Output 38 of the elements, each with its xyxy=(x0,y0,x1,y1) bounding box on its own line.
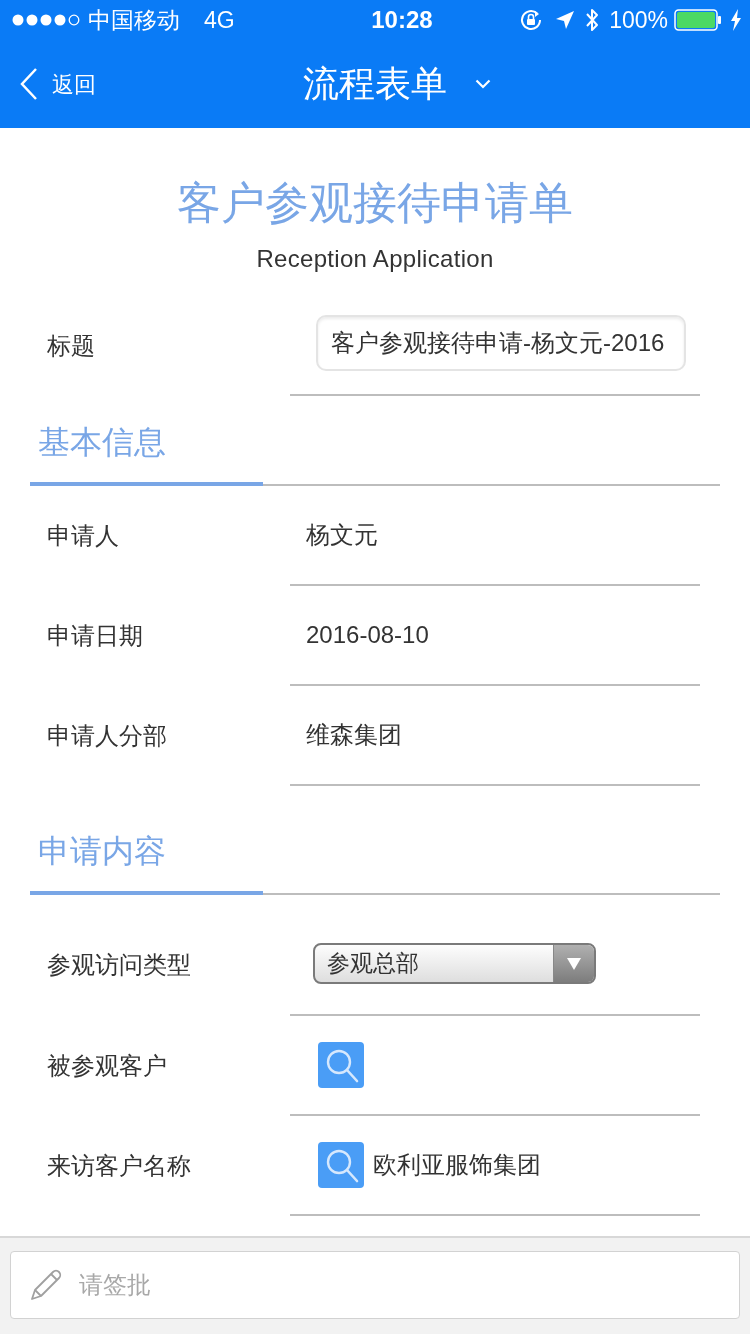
type-dropdown[interactable]: 参观总部 xyxy=(313,943,596,984)
comment-field[interactable]: 请签批 xyxy=(10,1251,740,1319)
search-button[interactable] xyxy=(318,1142,364,1188)
bluetooth-icon xyxy=(585,7,600,33)
signal-strength-icon xyxy=(12,14,80,26)
pencil-icon xyxy=(30,1269,62,1301)
field-label: 来访客户名称 xyxy=(47,1151,191,1181)
charging-icon xyxy=(730,9,742,31)
network-type: 4G xyxy=(204,5,235,35)
search-icon xyxy=(318,1142,364,1188)
section-title: 基本信息 xyxy=(37,423,166,462)
search-icon xyxy=(318,1042,364,1088)
title-input[interactable]: 客户参观接待申请-杨文元-2016 xyxy=(316,315,686,371)
form-title: 客户参观接待申请单 xyxy=(177,177,573,229)
field-value: 欧利亚服饰集团 xyxy=(373,1150,541,1180)
field-label: 参观访问类型 xyxy=(47,949,191,980)
field-label: 被参观客户 xyxy=(47,1051,167,1081)
form-subtitle: Reception Application xyxy=(256,244,494,274)
field-label: 申请人 xyxy=(47,521,119,551)
field-label: 申请人分部 xyxy=(47,721,167,751)
location-arrow-icon xyxy=(555,10,576,30)
dropdown-arrow-icon xyxy=(567,957,581,970)
field-value: 维森集团 xyxy=(306,720,402,750)
section-title: 申请内容 xyxy=(37,832,166,871)
back-icon xyxy=(20,68,38,100)
search-button[interactable] xyxy=(318,1042,364,1088)
field-label: 标题 xyxy=(47,331,95,361)
rotation-lock-icon xyxy=(519,8,544,32)
field-value: 杨文元 xyxy=(306,520,378,550)
field-label: 申请日期 xyxy=(47,621,143,651)
back-button[interactable]: 返回 xyxy=(0,59,102,109)
battery-percent: 100% xyxy=(609,5,668,35)
status-time: 10:28 xyxy=(371,5,433,35)
field-value: 2016-08-10 xyxy=(306,620,429,650)
carrier-name: 中国移动 xyxy=(88,5,180,35)
title-dropdown[interactable]: 流程表单 xyxy=(303,56,491,112)
battery-icon xyxy=(674,9,722,31)
caret-icon xyxy=(475,79,491,89)
